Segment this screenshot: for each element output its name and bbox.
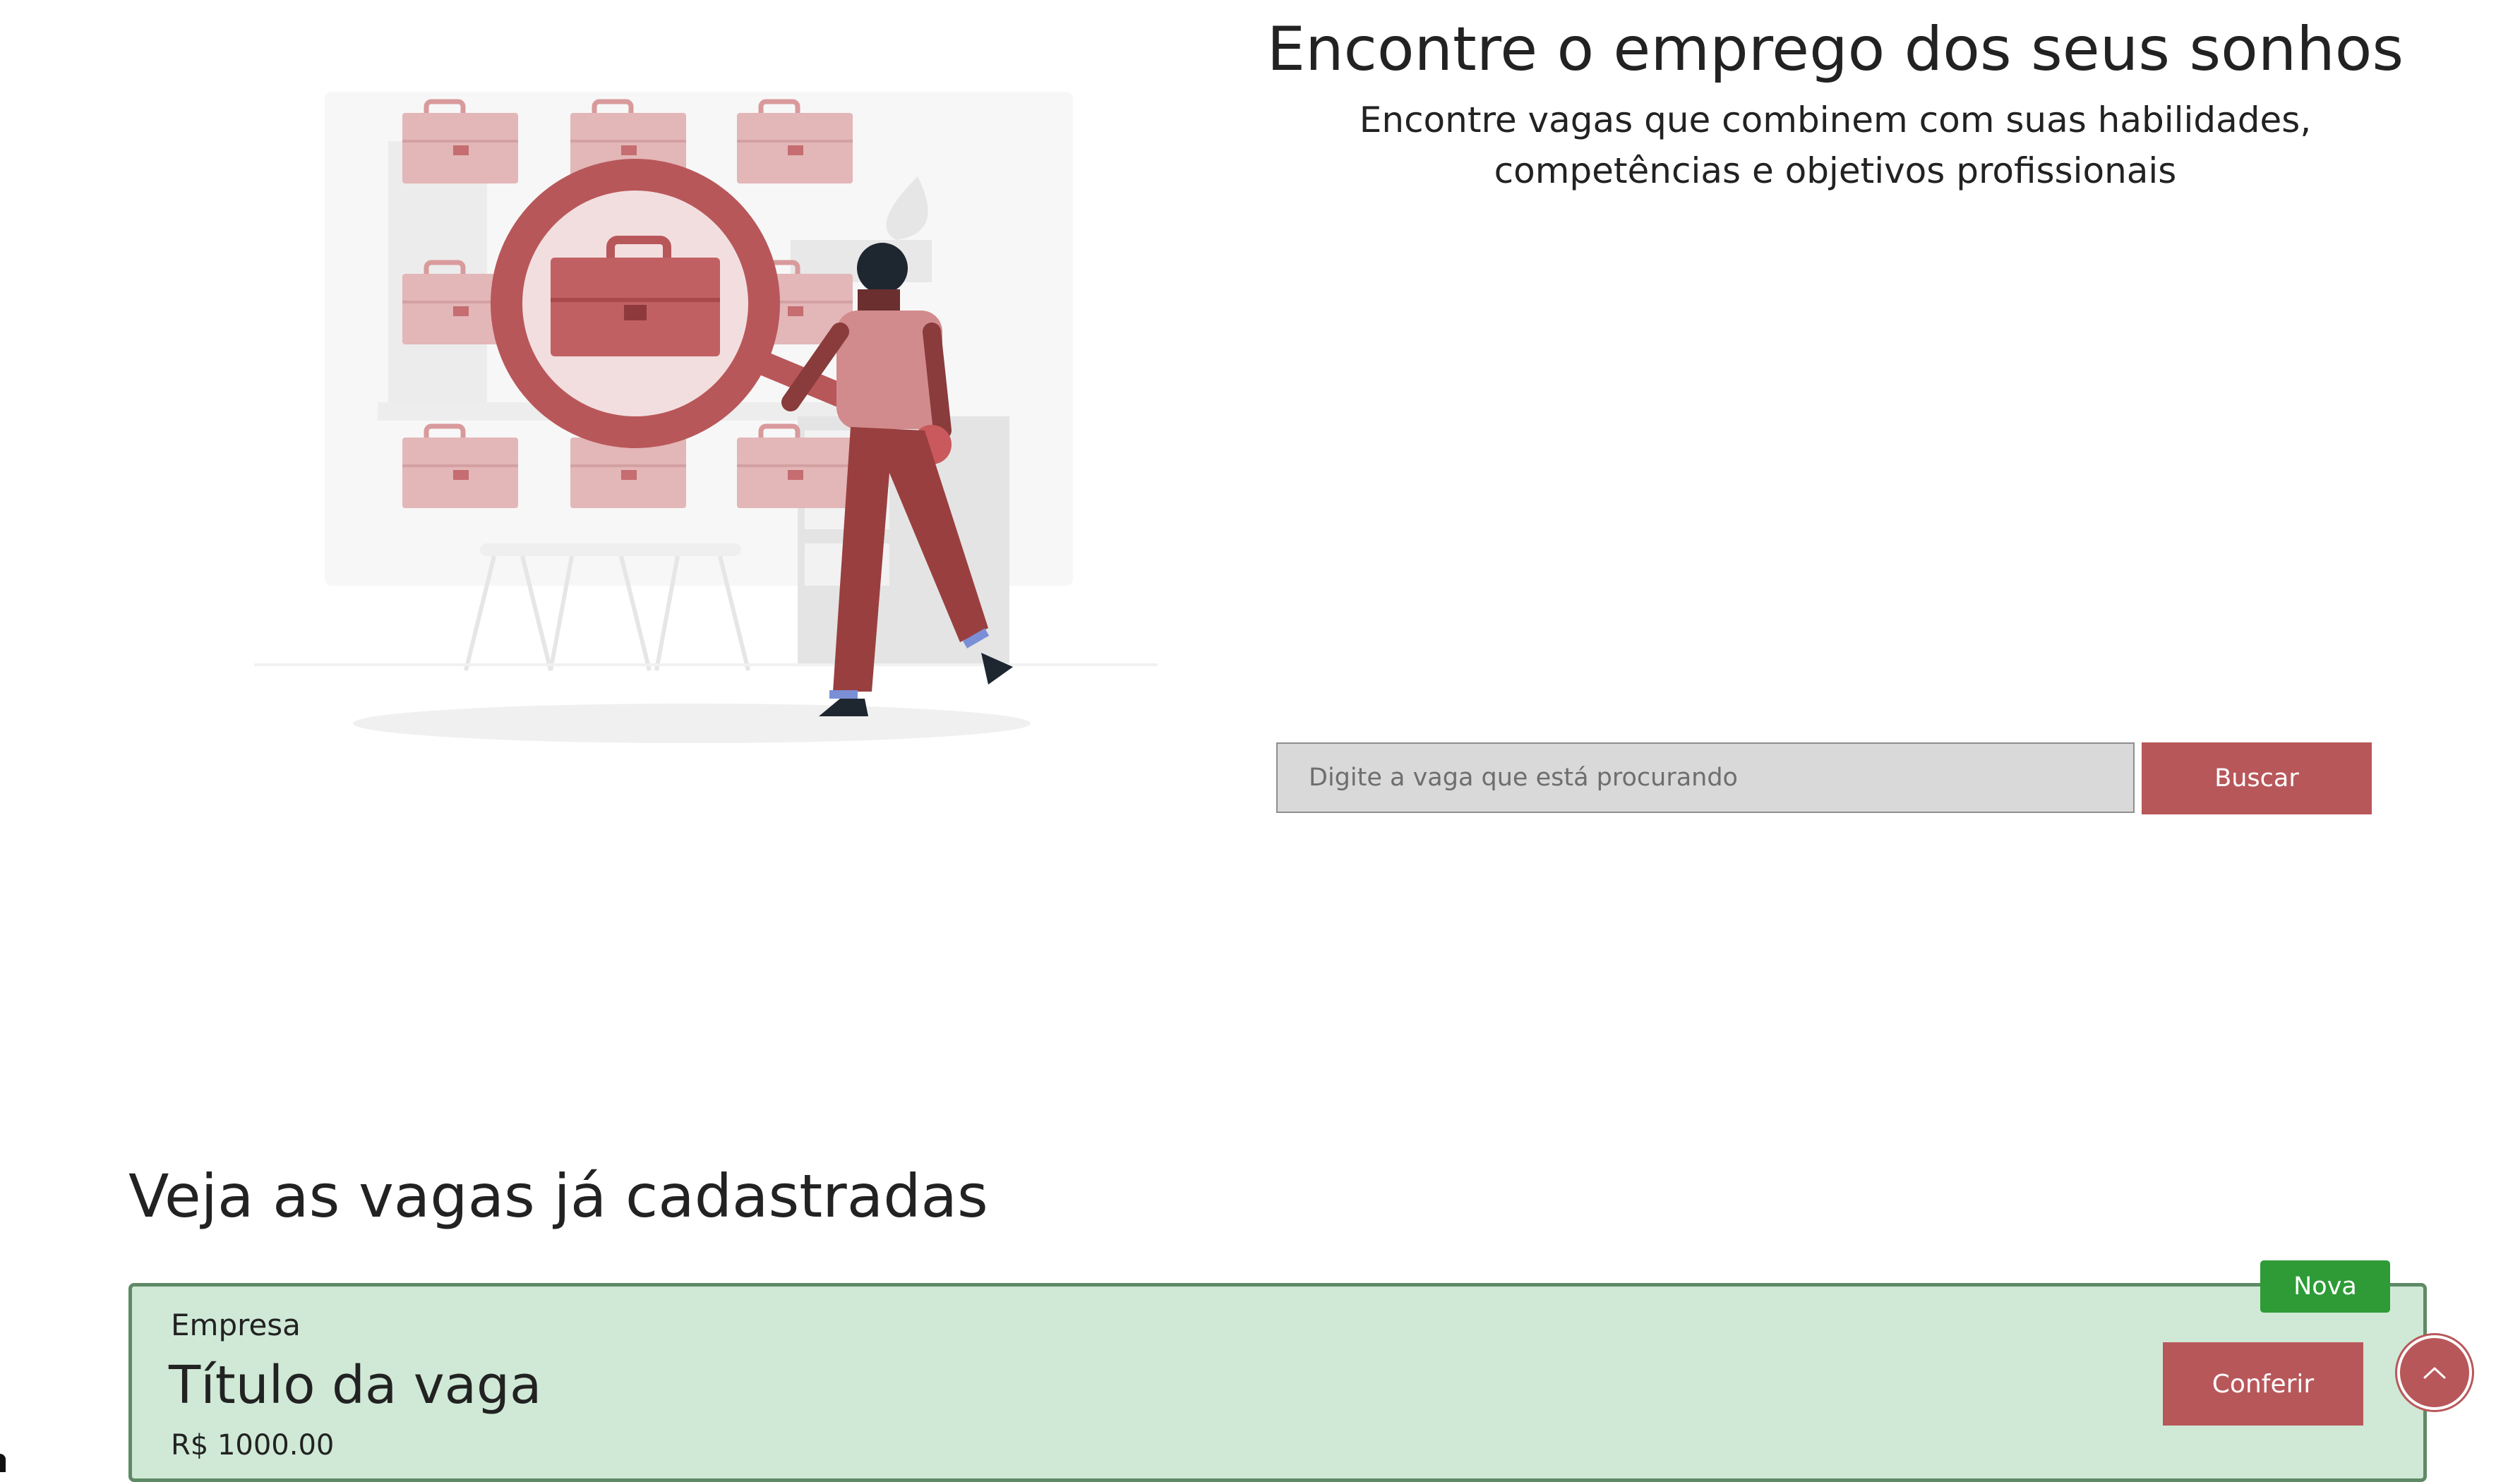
job-title: Título da vaga (169, 1355, 542, 1416)
search-button[interactable]: Buscar (2142, 742, 2372, 814)
window-corner (0, 1454, 6, 1472)
job-company: Empresa (171, 1308, 301, 1342)
hero-subtitle-line-2: competências e objetivos profissionais (1494, 150, 2177, 191)
back-to-top-button[interactable] (2397, 1335, 2472, 1410)
job-search-input[interactable] (1276, 742, 2135, 813)
job-card: Empresa Título da vaga R$ 1000.00 (128, 1283, 2427, 1482)
jobs-section-title: Veja as vagas já cadastradas (128, 1162, 988, 1231)
view-job-button[interactable]: Conferir (2163, 1342, 2363, 1426)
hero-title: Encontre o emprego dos seus sonhos (1266, 14, 2404, 85)
hero-subtitle: Encontre vagas que combinem com suas hab… (1256, 95, 2414, 196)
hero-subtitle-line-1: Encontre vagas que combinem com suas hab… (1359, 100, 2312, 140)
chevron-up-icon (2423, 1367, 2446, 1379)
new-badge: Nova (2260, 1260, 2390, 1313)
job-salary: R$ 1000.00 (171, 1429, 335, 1462)
job-search-illustration (254, 92, 1158, 743)
